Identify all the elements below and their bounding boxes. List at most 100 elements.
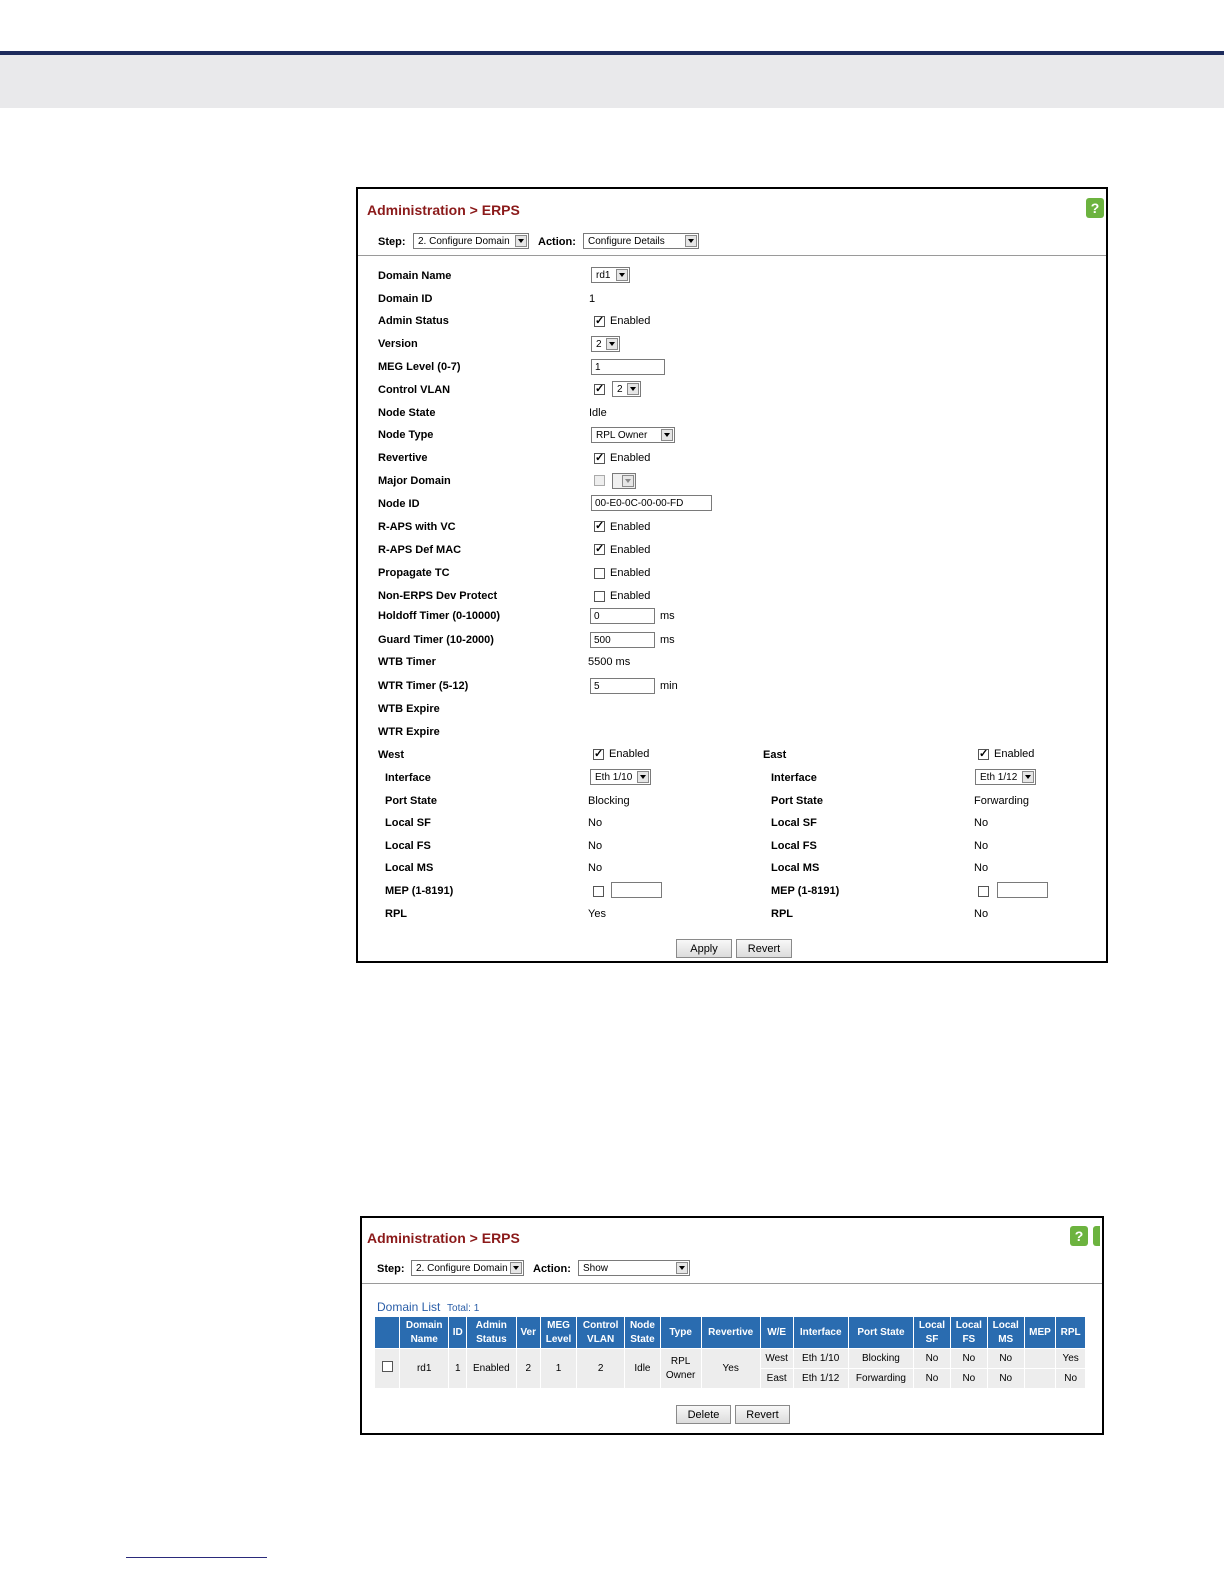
west-rpl: Yes bbox=[588, 908, 606, 920]
header-revertive: Revertive bbox=[700, 1316, 761, 1349]
non-erps-checkbox[interactable] bbox=[594, 591, 605, 602]
row-select-checkbox[interactable] bbox=[381, 1360, 393, 1372]
step-bar: Step: 2. Configure Domain Action: Config… bbox=[358, 223, 1106, 256]
west-mep-input[interactable] bbox=[611, 882, 662, 898]
step-bar: Step: 2. Configure Domain Action: Show bbox=[362, 1251, 1102, 1284]
refresh-icon[interactable] bbox=[1093, 1226, 1100, 1246]
east-enabled-checkbox[interactable] bbox=[978, 747, 989, 760]
west-label: West bbox=[378, 749, 405, 761]
version-select[interactable]: 2 bbox=[591, 336, 620, 352]
action-select-value: Configure Details bbox=[588, 236, 665, 247]
revertive-enabled: Enabled bbox=[610, 452, 651, 464]
cell-east-we: East bbox=[759, 1368, 794, 1389]
chevron-down-icon bbox=[661, 429, 673, 441]
node-id-label: Node ID bbox=[378, 498, 420, 510]
cell-east-rpl: No bbox=[1055, 1368, 1086, 1389]
domain-id-label: Domain ID bbox=[378, 293, 433, 305]
guard-timer-label: Guard Timer (10-2000) bbox=[378, 634, 494, 646]
version-value: 2 bbox=[596, 339, 602, 350]
raps-vc-checkbox[interactable] bbox=[594, 519, 605, 532]
cell-id: 1 bbox=[448, 1348, 468, 1389]
cell-type: RPL Owner bbox=[659, 1348, 702, 1389]
node-id-input[interactable]: 00-E0-0C-00-00-FD bbox=[591, 495, 712, 511]
propagate-tc-checkbox[interactable] bbox=[594, 568, 605, 579]
raps-def-mac-checkbox[interactable] bbox=[594, 542, 605, 555]
node-type-label: Node Type bbox=[378, 429, 434, 441]
east-interface-select[interactable]: Eth 1/12 bbox=[975, 769, 1036, 785]
control-vlan-label: Control VLAN bbox=[378, 384, 451, 396]
node-state-value: Idle bbox=[589, 407, 607, 419]
action-select[interactable]: Configure Details bbox=[583, 233, 699, 249]
help-icon[interactable]: ? bbox=[1086, 198, 1104, 218]
east-local-fs: No bbox=[974, 840, 989, 852]
west-enabled-checkbox[interactable] bbox=[593, 747, 604, 760]
east-interface-label: Interface bbox=[771, 772, 817, 784]
admin-status-label: Admin Status bbox=[378, 315, 449, 327]
holdoff-timer-input[interactable]: 0 bbox=[590, 608, 655, 624]
chevron-down-icon bbox=[685, 235, 697, 247]
action-select[interactable]: Show bbox=[578, 1260, 690, 1276]
control-vlan-select[interactable]: 2 bbox=[612, 381, 641, 397]
meg-level-input[interactable]: 1 bbox=[591, 359, 665, 375]
version-label: Version bbox=[378, 338, 418, 350]
cell-west-local-sf: No bbox=[913, 1348, 951, 1369]
east-local-sf-label: Local SF bbox=[771, 817, 817, 829]
west-interface-select[interactable]: Eth 1/10 bbox=[590, 769, 651, 785]
chevron-down-icon bbox=[622, 475, 634, 487]
west-port-state: Blocking bbox=[588, 795, 630, 807]
node-type-select[interactable]: RPL Owner bbox=[591, 427, 675, 443]
west-local-ms-label: Local MS bbox=[385, 862, 434, 874]
header-meg-level: MEG Level bbox=[539, 1316, 578, 1349]
domain-name-value: rd1 bbox=[596, 270, 611, 281]
guard-timer-input[interactable]: 500 bbox=[590, 632, 655, 648]
domain-list-title: Domain List Total: 1 bbox=[377, 1300, 479, 1314]
chevron-down-icon bbox=[515, 235, 527, 247]
east-port-state-label: Port State bbox=[771, 795, 823, 807]
cell-revertive: Yes bbox=[700, 1348, 761, 1389]
step-label: Step: bbox=[377, 1263, 405, 1275]
east-local-fs-label: Local FS bbox=[771, 840, 817, 852]
major-domain-checkbox[interactable] bbox=[594, 475, 605, 486]
east-rpl: No bbox=[974, 908, 989, 920]
wtr-timer-label: WTR Timer (5-12) bbox=[378, 680, 469, 692]
step-select[interactable]: 2. Configure Domain bbox=[411, 1260, 524, 1276]
delete-button[interactable]: Delete bbox=[676, 1405, 731, 1424]
major-domain-select[interactable] bbox=[612, 473, 636, 489]
domain-list-total: Total: 1 bbox=[447, 1303, 480, 1314]
raps-vc-enabled: Enabled bbox=[610, 521, 651, 533]
meg-level-label: MEG Level (0-7) bbox=[378, 361, 461, 373]
control-vlan-checkbox[interactable] bbox=[594, 382, 605, 395]
west-interface-label: Interface bbox=[385, 772, 431, 784]
wtr-unit: min bbox=[660, 680, 678, 692]
erps-configure-details-panel: Administration > ERPS ? Step: 2. Configu… bbox=[356, 187, 1108, 963]
cell-west-interface: Eth 1/10 bbox=[792, 1348, 849, 1369]
table-row: rd1 1 Enabled 2 1 2 Idle RPL Owner Yes We… bbox=[374, 1348, 1086, 1389]
revertive-checkbox[interactable] bbox=[594, 451, 605, 464]
step-select[interactable]: 2. Configure Domain bbox=[413, 233, 529, 249]
west-mep-checkbox[interactable] bbox=[593, 886, 604, 897]
help-icon[interactable]: ? bbox=[1070, 1226, 1088, 1246]
domain-name-select[interactable]: rd1 bbox=[591, 267, 630, 283]
header-interface: Interface bbox=[792, 1316, 849, 1349]
holdoff-timer-label: Holdoff Timer (0-10000) bbox=[378, 610, 501, 622]
admin-status-checkbox[interactable] bbox=[594, 314, 605, 327]
non-erps-enabled: Enabled bbox=[610, 590, 651, 602]
cell-node-state: Idle bbox=[624, 1348, 661, 1389]
wtr-timer-input[interactable]: 5 bbox=[590, 678, 655, 694]
west-rpl-label: RPL bbox=[385, 908, 407, 920]
revert-button[interactable]: Revert bbox=[735, 1405, 790, 1424]
node-type-value: RPL Owner bbox=[596, 430, 648, 441]
apply-button[interactable]: Apply bbox=[676, 939, 732, 958]
wtr-expire-label: WTR Expire bbox=[378, 726, 440, 738]
west-mep-label: MEP (1-8191) bbox=[385, 885, 454, 897]
revert-button[interactable]: Revert bbox=[736, 939, 792, 958]
cell-east-mep bbox=[1023, 1368, 1057, 1389]
header-control-vlan: Control VLAN bbox=[576, 1316, 626, 1349]
east-interface-value: Eth 1/12 bbox=[980, 772, 1018, 783]
cell-west-we: West bbox=[759, 1348, 794, 1369]
east-mep-input[interactable] bbox=[997, 882, 1048, 898]
footer-rule bbox=[126, 1557, 267, 1558]
panel-title: Administration > ERPS bbox=[367, 202, 520, 218]
east-mep-checkbox[interactable] bbox=[978, 886, 989, 897]
raps-def-mac-label: R-APS Def MAC bbox=[378, 544, 462, 556]
